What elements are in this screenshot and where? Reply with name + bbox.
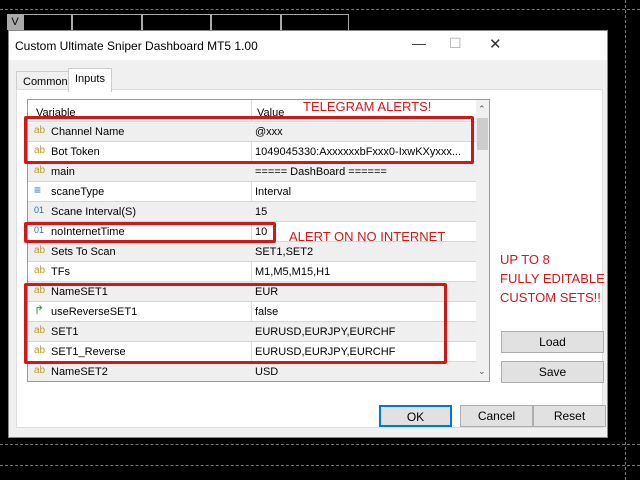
integer-type-icon: 01 <box>34 205 45 215</box>
string-type-icon: ab <box>34 365 46 376</box>
highlight-sets <box>24 283 447 364</box>
chart-tab-3[interactable] <box>72 14 142 30</box>
annotation-no-internet: ALERT ON NO INTERNET <box>289 229 446 244</box>
title-bar: Custom Ultimate Sniper Dashboard MT5 1.0… <box>9 31 607 60</box>
variable-value[interactable]: ===== DashBoard ====== <box>255 166 387 178</box>
load-button[interactable]: Load <box>501 331 604 353</box>
variable-value[interactable]: M1,M5,M15,H1 <box>255 266 330 278</box>
string-type-icon: ab <box>34 165 46 176</box>
chart-tab-6[interactable] <box>281 14 349 30</box>
chart-tab-2[interactable] <box>23 14 72 30</box>
variable-value[interactable]: SET1,SET2 <box>255 246 313 258</box>
scroll-up-icon[interactable]: ⌃ <box>478 104 486 115</box>
tab-inputs[interactable]: Inputs <box>68 68 112 92</box>
variable-name: scaneType <box>51 186 105 198</box>
minimize-button[interactable]: — <box>412 35 426 51</box>
chart-tab-5[interactable] <box>211 14 281 30</box>
highlight-telegram <box>24 116 474 164</box>
maximize-button[interactable]: ☐ <box>449 35 462 52</box>
enum-type-icon: ≡ <box>34 183 42 197</box>
tab-common[interactable]: Common <box>16 71 75 91</box>
ok-button[interactable]: OK <box>379 405 452 427</box>
scrollbar-thumb[interactable] <box>477 118 488 150</box>
scroll-down-icon[interactable]: ⌄ <box>478 366 486 377</box>
table-row[interactable]: ab main ===== DashBoard ====== <box>28 162 489 182</box>
annotation-telegram: TELEGRAM ALERTS! <box>303 99 432 114</box>
save-button[interactable]: Save <box>501 361 604 383</box>
variable-value[interactable]: 15 <box>255 206 267 218</box>
annotation-sets-1: UP TO 8 <box>500 252 550 267</box>
string-type-icon: ab <box>34 245 46 256</box>
variable-value[interactable]: USD <box>255 366 278 378</box>
variable-value[interactable]: Interval <box>255 186 291 198</box>
highlight-no-internet <box>24 222 276 243</box>
vertical-scrollbar[interactable]: ⌃ ⌄ <box>476 100 489 381</box>
variable-name: main <box>51 166 75 178</box>
annotation-sets-2: FULLY EDITABLE <box>500 271 605 286</box>
variable-name: NameSET2 <box>51 366 108 378</box>
cancel-button[interactable]: Cancel <box>460 405 533 427</box>
table-row[interactable]: ab TFs M1,M5,M15,H1 <box>28 262 489 282</box>
variable-name: Scane Interval(S) <box>51 206 136 218</box>
chart-tab-4[interactable] <box>142 14 211 30</box>
close-button[interactable]: ✕ <box>489 35 502 53</box>
window-title: Custom Ultimate Sniper Dashboard MT5 1.0… <box>15 39 258 53</box>
table-row[interactable]: ab NameSET2 USD <box>28 362 489 381</box>
table-row[interactable]: 01 Scane Interval(S) 15 <box>28 202 489 222</box>
reset-button[interactable]: Reset <box>533 405 606 427</box>
chart-tab[interactable]: V <box>7 14 23 30</box>
variable-name: Sets To Scan <box>51 246 116 258</box>
string-type-icon: ab <box>34 265 46 276</box>
table-row[interactable]: ≡ scaneType Interval <box>28 182 489 202</box>
variable-name: TFs <box>51 266 70 278</box>
annotation-sets-3: CUSTOM SETS!! <box>500 290 601 305</box>
